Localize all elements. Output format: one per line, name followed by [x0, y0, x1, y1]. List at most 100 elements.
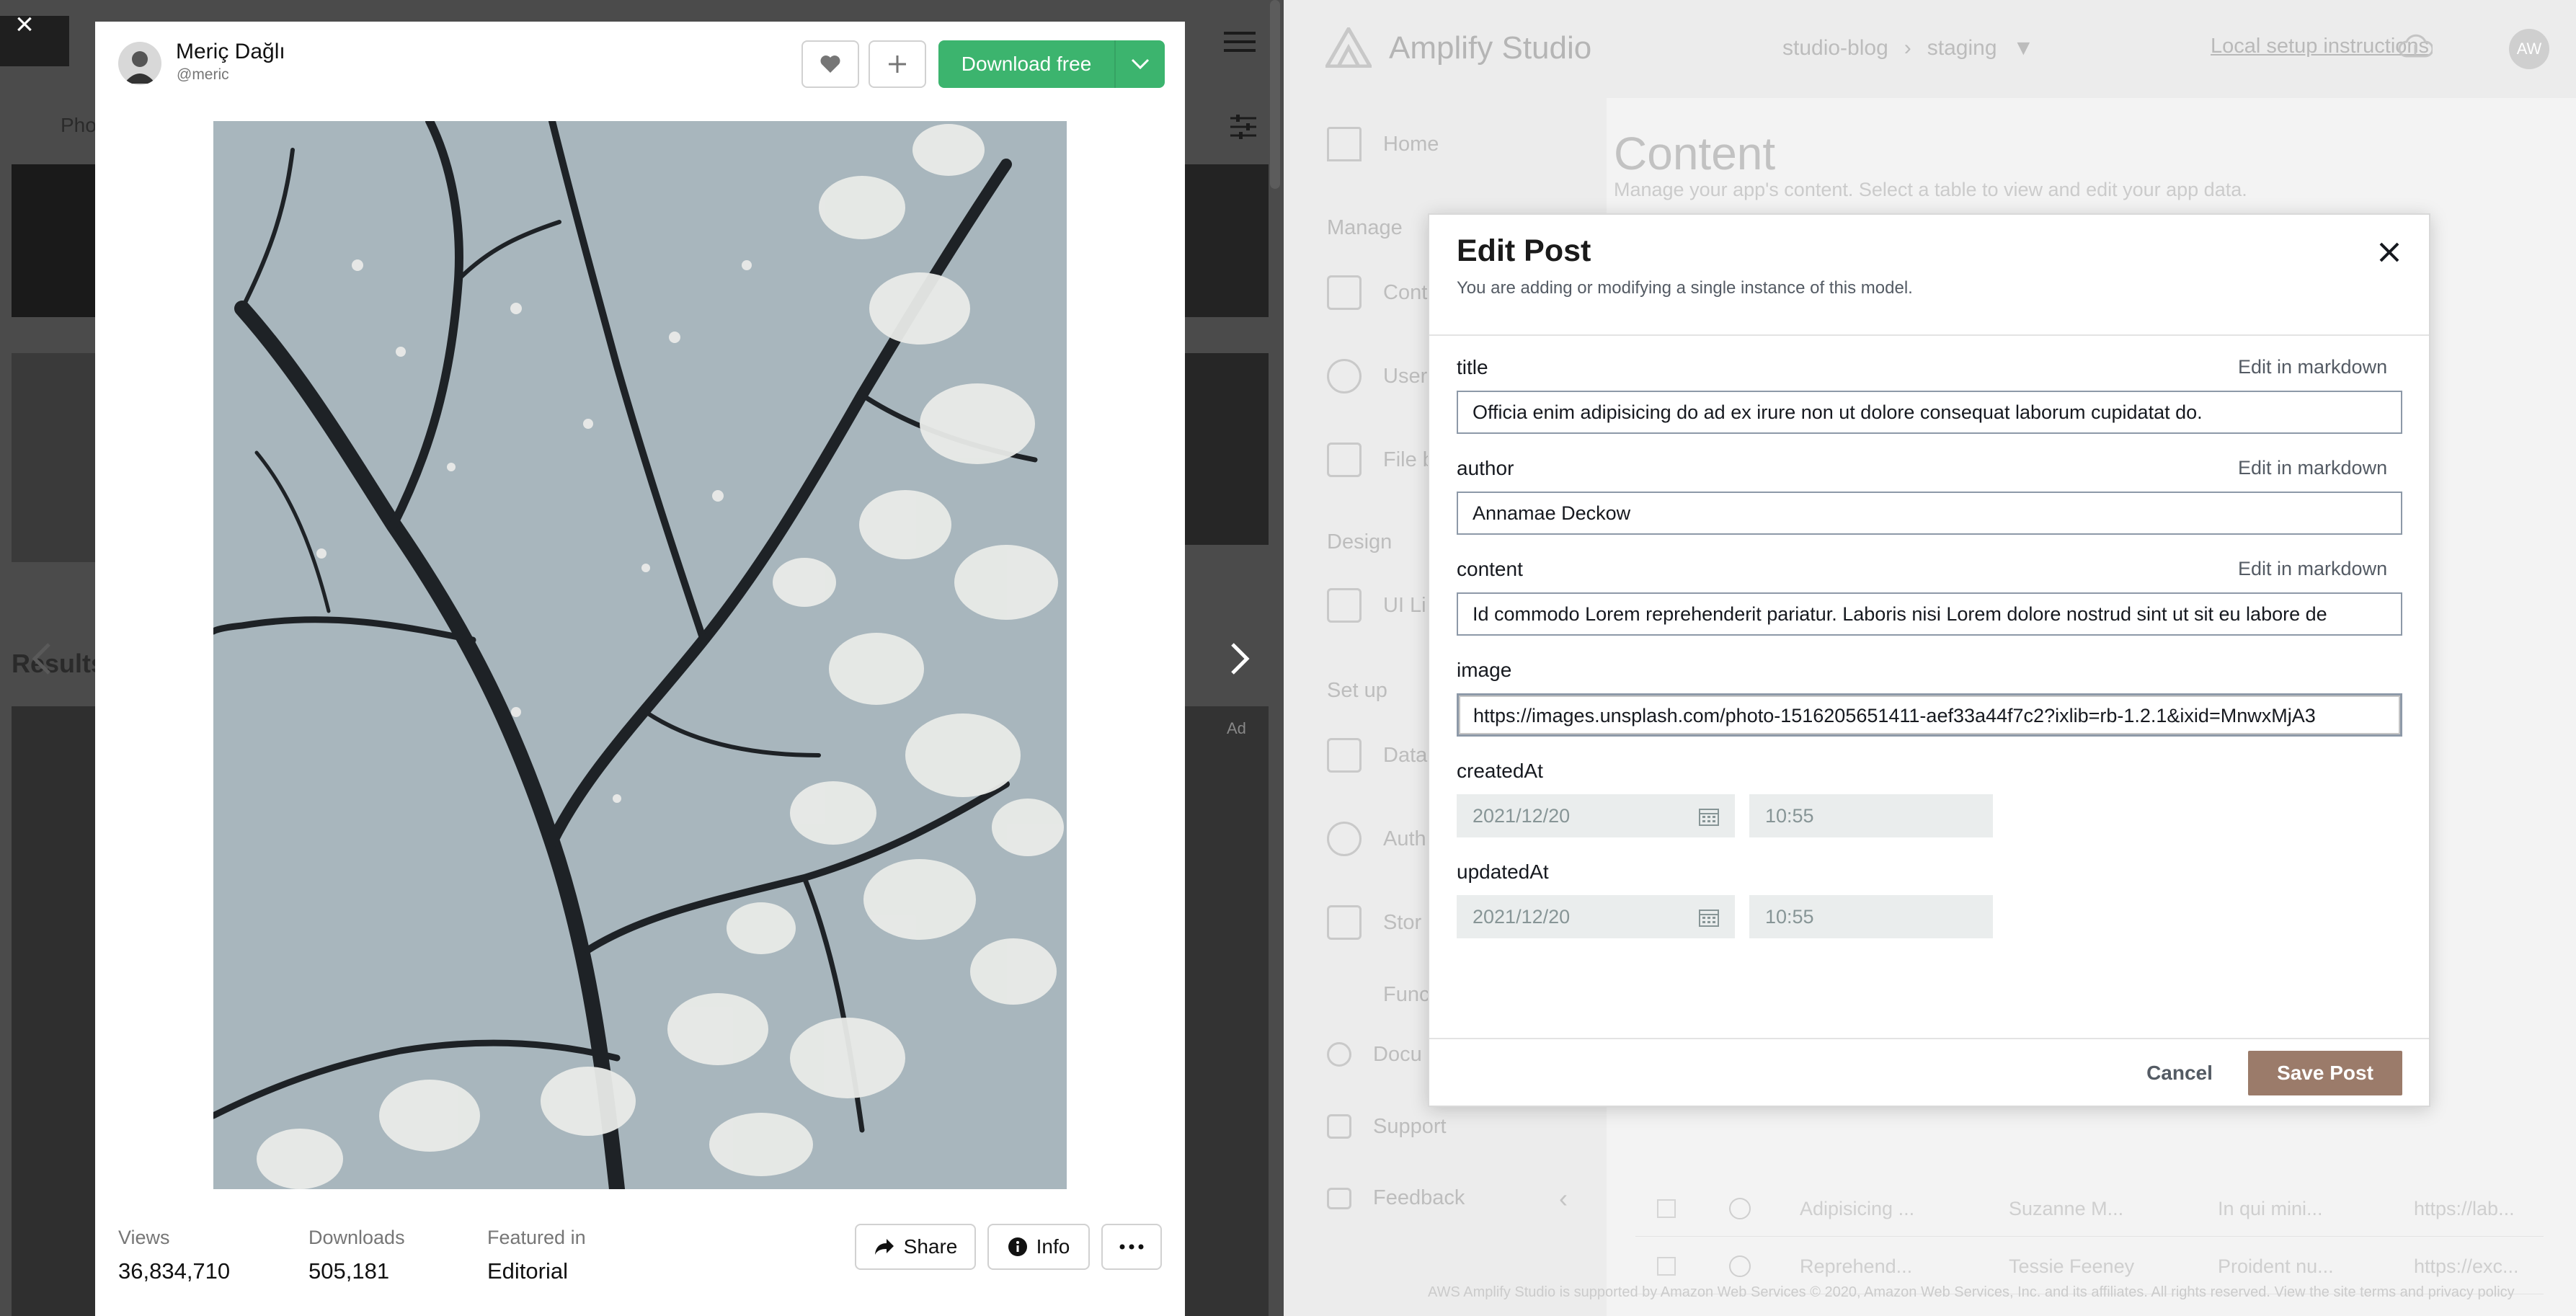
background-photo	[12, 164, 98, 317]
author-input[interactable]: Annamae Deckow	[1457, 492, 2402, 535]
downloads-label: Downloads	[308, 1227, 405, 1248]
created-at-date-input[interactable]: 2021/12/20	[1457, 794, 1735, 837]
created-at-date-value: 2021/12/20	[1473, 805, 1571, 827]
author-name[interactable]: Meriç Dağlı	[176, 40, 285, 64]
collapse-sidebar-icon[interactable]: ‹	[1559, 1183, 1568, 1214]
storage-icon	[1327, 905, 1362, 940]
table-row[interactable]: Adipisicing ... Suzanne M... In qui mini…	[1635, 1182, 2544, 1237]
author-handle[interactable]: @meric	[177, 66, 229, 84]
sidebar-link-documentation[interactable]: Docu	[1327, 1042, 1422, 1067]
image-label: image	[1457, 659, 1512, 681]
breadcrumb-env[interactable]: staging	[1927, 36, 1997, 61]
cancel-button[interactable]: Cancel	[2126, 1051, 2234, 1095]
check-circle-icon	[1729, 1198, 1751, 1219]
divider	[1429, 334, 2429, 336]
title-input[interactable]: Officia enim adipisicing do ad ex irure …	[1457, 391, 2402, 434]
sidebar-item-content[interactable]: Cont	[1327, 275, 1427, 310]
sidebar-link-feedback[interactable]: Feedback	[1327, 1186, 1465, 1210]
sidebar-item-storage[interactable]: Stor	[1327, 905, 1421, 940]
caret-down-icon[interactable]: ▼	[2013, 36, 2035, 61]
updated-at-date-value: 2021/12/20	[1473, 906, 1571, 928]
sidebar-item-data[interactable]: Data	[1327, 738, 1427, 773]
menu-icon[interactable]	[1224, 32, 1256, 53]
photo-modal: Meriç Dağlı @meric Download free Views 3…	[95, 22, 1185, 1316]
sidebar-item-label: Stor	[1383, 910, 1422, 934]
previous-photo-icon[interactable]	[22, 637, 65, 680]
sidebar-heading-setup: Set up	[1327, 679, 1387, 702]
content-edit-in-markdown-link[interactable]: Edit in markdown	[2238, 558, 2387, 580]
sidebar-item-users[interactable]: User	[1327, 359, 1427, 394]
share-button[interactable]: Share	[855, 1224, 976, 1270]
sidebar-item-home[interactable]: Home	[1327, 127, 1439, 161]
users-icon	[1327, 359, 1362, 394]
author-label: author	[1457, 457, 1514, 479]
updated-at-label: updatedAt	[1457, 861, 1549, 883]
auth-icon	[1327, 822, 1362, 856]
local-setup-link[interactable]: Local setup instructions	[2211, 35, 2429, 58]
app-title: Amplify Studio	[1389, 30, 1592, 66]
updated-at-date-input[interactable]: 2021/12/20	[1457, 895, 1735, 938]
background-photo	[1185, 706, 1269, 1316]
sidebar-item-label: UI Li	[1383, 593, 1426, 617]
cloud-upload-icon[interactable]	[2398, 32, 2433, 61]
calendar-icon[interactable]	[1699, 807, 1719, 826]
lambda-icon	[1327, 977, 1362, 1012]
scrollbar-thumb[interactable]	[1270, 0, 1280, 189]
author-avatar[interactable]	[118, 42, 161, 85]
info-label: Info	[1036, 1235, 1070, 1258]
sidebar-item-ui-library[interactable]: UI Li	[1327, 588, 1426, 623]
next-photo-icon[interactable]	[1217, 637, 1260, 680]
calendar-icon[interactable]	[1699, 908, 1719, 927]
close-icon[interactable]	[2375, 238, 2404, 267]
sidebar-heading-design: Design	[1327, 530, 1393, 553]
sidebar-item-label: File b	[1383, 448, 1434, 471]
background-photo	[1185, 353, 1269, 545]
download-options-button[interactable]	[1114, 40, 1165, 88]
user-avatar[interactable]: AW	[2509, 29, 2549, 69]
sidebar-link-label: Docu	[1373, 1042, 1422, 1066]
sidebar-item-label: Func	[1383, 982, 1430, 1006]
sidebar-item-label: Cont	[1383, 280, 1428, 304]
sidebar-item-authentication[interactable]: Auth	[1327, 822, 1426, 856]
dialog-subtitle: You are adding or modifying a single ins…	[1457, 278, 1913, 298]
row-checkbox[interactable]	[1657, 1199, 1676, 1218]
content-input[interactable]: Id commodo Lorem reprehenderit pariatur.…	[1457, 592, 2402, 636]
updated-at-time-input[interactable]: 10:55	[1749, 895, 1993, 938]
sidebar-link-label: Support	[1373, 1114, 1447, 1138]
sidebar-item-label: Home	[1383, 132, 1439, 156]
like-button[interactable]	[801, 40, 859, 88]
add-to-collection-button[interactable]	[869, 40, 926, 88]
sidebar-item-functions[interactable]: Func	[1327, 977, 1429, 1012]
photo[interactable]	[213, 121, 1067, 1189]
breadcrumb-app[interactable]: studio-blog	[1782, 36, 1888, 61]
sidebar-link-support[interactable]: Support	[1327, 1114, 1447, 1139]
sidebar-item-label: Data	[1383, 743, 1428, 767]
sidebar-item-label: Auth	[1383, 827, 1426, 850]
sidebar-link-label: Feedback	[1373, 1186, 1465, 1209]
ellipsis-icon	[1119, 1244, 1144, 1250]
image-input[interactable]: https://images.unsplash.com/photo-151620…	[1457, 693, 2402, 737]
footer-copyright: AWS Amplify Studio is supported by Amazo…	[1428, 1284, 2515, 1300]
table-cell: In qui mini...	[2218, 1198, 2323, 1219]
folder-icon	[1327, 443, 1362, 477]
created-at-time-input[interactable]: 10:55	[1749, 794, 1993, 837]
sidebar-heading-manage: Manage	[1327, 216, 1403, 239]
author-edit-in-markdown-link[interactable]: Edit in markdown	[2238, 457, 2387, 479]
page-title: Content	[1614, 128, 1776, 179]
featured-in-label: Featured in	[487, 1227, 586, 1248]
sidebar-item-file-browser[interactable]: File b	[1327, 443, 1434, 477]
background-photo	[1185, 164, 1269, 317]
filter-icon[interactable]	[1229, 112, 1258, 141]
background-photo	[12, 353, 98, 562]
featured-in-value[interactable]: Editorial	[487, 1258, 568, 1284]
downloads-value: 505,181	[308, 1258, 390, 1284]
component-icon	[1327, 588, 1362, 623]
title-edit-in-markdown-link[interactable]: Edit in markdown	[2238, 356, 2387, 378]
save-post-button[interactable]: Save Post	[2248, 1051, 2402, 1095]
download-free-button[interactable]: Download free	[938, 40, 1114, 88]
more-actions-button[interactable]	[1101, 1224, 1162, 1270]
info-button[interactable]: Info	[987, 1224, 1090, 1270]
close-icon[interactable]: ×	[9, 9, 40, 42]
heart-icon	[820, 55, 840, 73]
table-icon	[1327, 275, 1362, 310]
